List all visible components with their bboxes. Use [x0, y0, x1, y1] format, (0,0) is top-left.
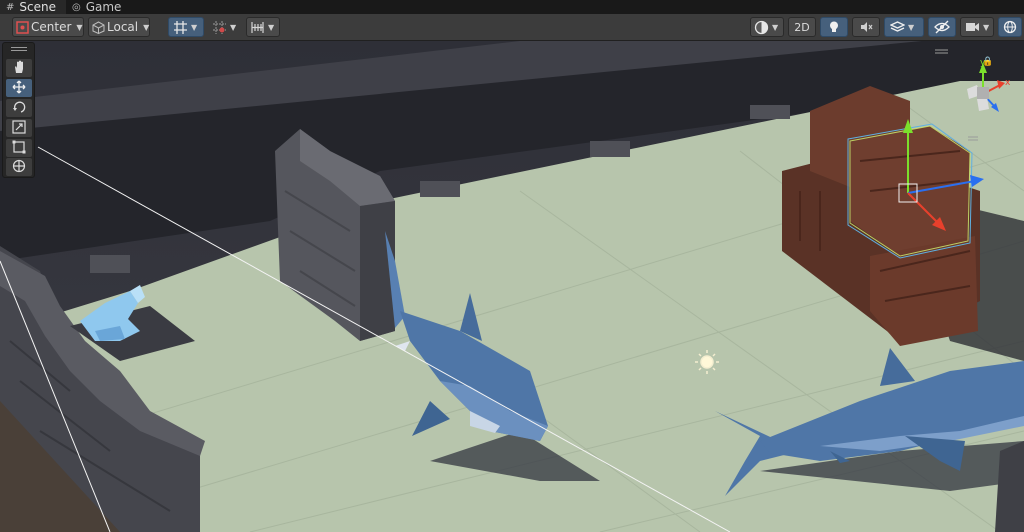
scale-tool-button[interactable]: [6, 119, 32, 137]
audio-mute-icon: [859, 20, 873, 34]
grid-snapping-toggle[interactable]: ▼: [168, 17, 204, 37]
audio-toggle[interactable]: [852, 17, 880, 37]
scene-icon: #: [6, 1, 15, 13]
scale-icon: [12, 119, 26, 138]
svg-text:x: x: [1005, 78, 1011, 88]
camera-settings-dropdown[interactable]: ▼: [960, 17, 994, 37]
shading-sphere-icon: [754, 20, 769, 35]
editor-tab-bar: # Scene ◎ Game: [0, 0, 1024, 14]
rotate-icon: [12, 99, 26, 118]
scene-render: [0, 41, 1024, 532]
pivot-mode-dropdown[interactable]: Center ▼: [12, 17, 84, 37]
chevron-down-icon: ▼: [230, 22, 237, 32]
chevron-down-icon: ▼: [983, 22, 990, 32]
tab-scene-label: Scene: [19, 0, 56, 14]
scene-lighting-toggle[interactable]: [820, 17, 848, 37]
move-icon: [12, 79, 26, 98]
align-icon: [250, 20, 265, 35]
lock-icon[interactable]: 🔒: [982, 57, 993, 67]
hand-tool-button[interactable]: [6, 59, 32, 77]
shading-mode-dropdown[interactable]: ▼: [750, 17, 784, 37]
rect-icon: [12, 139, 26, 158]
snap-increment-icon: [212, 20, 227, 35]
pivot-icon: [16, 20, 29, 34]
move-tool-button[interactable]: [6, 79, 32, 97]
chevron-down-icon: ▼: [76, 22, 83, 32]
handle-rotation-dropdown[interactable]: Local ▼: [88, 17, 150, 37]
scene-toolbar: Center ▼ Local ▼ ▼ ▼ ▼ ▼ 2D ▼ ▼: [0, 14, 1024, 41]
transform-icon: [12, 158, 26, 177]
scene-viewport[interactable]: y x 🔒: [0, 41, 1024, 532]
hidden-objects-toggle[interactable]: [928, 17, 956, 37]
overlay-grip-icon[interactable]: [11, 47, 27, 51]
tools-overlay: [2, 42, 35, 178]
pivot-mode-label: Center: [31, 20, 72, 34]
hand-icon: [12, 59, 26, 78]
incremental-snap-dropdown[interactable]: ▼: [208, 17, 242, 37]
chevron-down-icon: ▼: [908, 22, 915, 32]
chevron-down-icon: ▼: [772, 22, 779, 32]
eye-slash-icon: [934, 20, 950, 34]
chevron-down-icon: ▼: [143, 22, 150, 32]
align-dropdown[interactable]: ▼: [246, 17, 280, 37]
2d-mode-label: 2D: [794, 20, 810, 34]
rect-tool-button[interactable]: [6, 139, 32, 157]
transform-tool-button[interactable]: [6, 158, 32, 176]
camera-icon: [965, 21, 980, 33]
lightbulb-icon: [827, 20, 841, 34]
effects-dropdown[interactable]: ▼: [884, 17, 924, 37]
orientation-gizmo[interactable]: y x: [955, 58, 1015, 119]
effects-layers-icon: [890, 20, 905, 34]
rotate-tool-button[interactable]: [6, 99, 32, 117]
local-cube-icon: [92, 20, 105, 34]
game-icon: ◎: [71, 1, 81, 13]
chevron-down-icon: ▼: [268, 22, 275, 32]
tab-game[interactable]: ◎ Game: [66, 0, 131, 14]
chevron-down-icon: ▼: [191, 22, 198, 32]
handle-rotation-label: Local: [107, 20, 139, 34]
2d-mode-toggle[interactable]: 2D: [788, 17, 816, 37]
tab-scene[interactable]: # Scene: [0, 0, 66, 14]
tab-game-label: Game: [85, 0, 122, 14]
grid-snap-icon: [173, 20, 188, 35]
globe-icon: [1003, 20, 1017, 34]
gizmos-toggle[interactable]: [998, 17, 1022, 37]
